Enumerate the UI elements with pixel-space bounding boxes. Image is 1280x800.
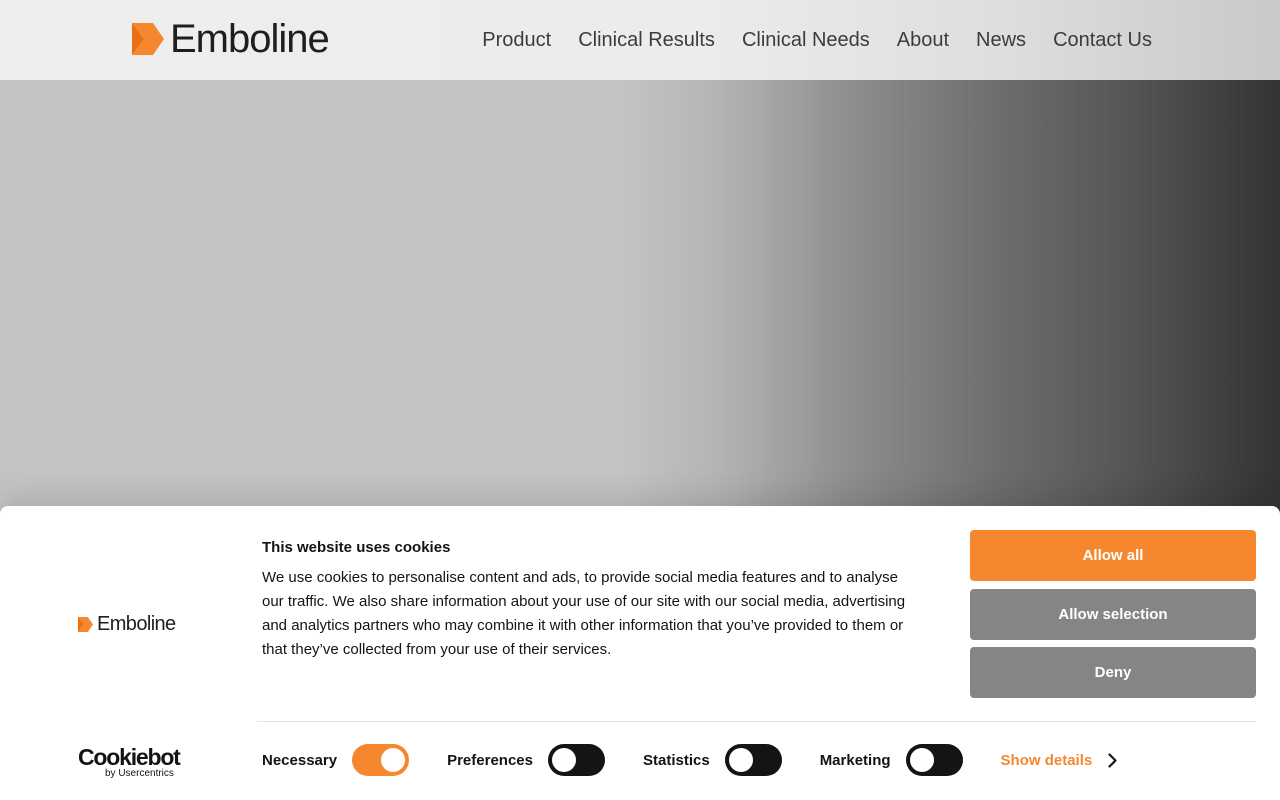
toggle-knob (909, 748, 934, 772)
cookie-description: We use cookies to personalise content an… (262, 569, 906, 658)
cookie-brand-logo: Emboline (78, 614, 176, 634)
category-marketing: Marketing (820, 744, 963, 776)
site-header: Emboline Product Clinical Results Clinic… (0, 0, 1280, 80)
category-label: Statistics (642, 751, 710, 769)
chevron-right-icon (1108, 752, 1117, 768)
category-label: Necessary (262, 751, 338, 769)
consent-categories: Necessary Preferences Statistics Marketi… (262, 744, 1117, 776)
category-preferences: Preferences (447, 744, 605, 776)
toggle-knob (728, 748, 753, 772)
category-label: Preferences (447, 751, 533, 769)
nav-clinical-results[interactable]: Clinical Results (578, 29, 715, 52)
cookiebot-sub: by Usercentrics (105, 768, 174, 779)
brand-name: Emboline (170, 17, 330, 61)
preferences-toggle[interactable] (547, 744, 605, 776)
marketing-toggle[interactable] (905, 744, 963, 776)
nav-product[interactable]: Product (482, 29, 551, 52)
cookie-title: This website uses cookies (262, 539, 451, 556)
brand-logo[interactable]: Emboline (132, 17, 330, 61)
show-details-link[interactable]: Show details (1001, 752, 1118, 769)
toggle-knob (551, 748, 576, 772)
allow-selection-button[interactable]: Allow selection (970, 589, 1256, 640)
category-label: Marketing (819, 751, 891, 769)
category-statistics: Statistics (643, 744, 782, 776)
nav-clinical-needs[interactable]: Clinical Needs (742, 29, 870, 52)
nav-contact-us[interactable]: Contact Us (1053, 29, 1152, 52)
toggle-knob (381, 748, 406, 772)
deny-button[interactable]: Deny (970, 647, 1256, 698)
cookiebot-name: Cookiebot (78, 744, 181, 770)
nav-about[interactable]: About (897, 29, 949, 52)
cookie-consent-banner: Emboline This website uses cookies We us… (0, 506, 1280, 800)
cookie-brand-name: Emboline (97, 613, 176, 635)
statistics-toggle[interactable] (724, 744, 782, 776)
necessary-toggle[interactable] (352, 744, 410, 776)
emboline-logo-icon (132, 23, 164, 55)
category-necessary: Necessary (262, 744, 410, 776)
show-details-label: Show details (1000, 751, 1093, 769)
allow-all-button[interactable]: Allow all (970, 530, 1256, 581)
cookiebot-logo[interactable]: Cookiebot by Usercentrics (78, 744, 181, 780)
nav-news[interactable]: News (976, 29, 1026, 52)
divider (257, 721, 1256, 722)
main-nav: Product Clinical Results Clinical Needs … (482, 0, 1152, 80)
emboline-logo-icon (78, 616, 93, 632)
